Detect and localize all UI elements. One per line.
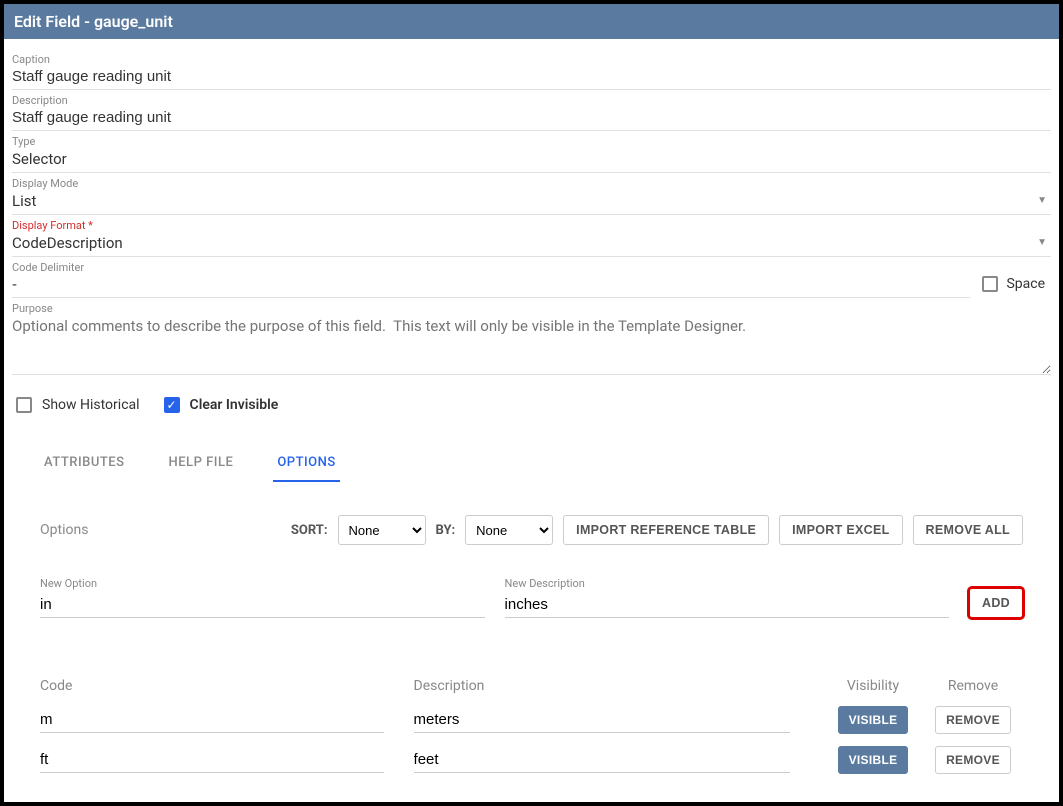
remove-button[interactable]: REMOVE [935,746,1011,774]
visible-button[interactable]: VISIBLE [838,706,909,734]
add-button-wrap: ADD [969,588,1023,618]
show-historical-check[interactable]: Show Historical [16,397,140,413]
remove-button[interactable]: REMOVE [935,706,1011,734]
description-input[interactable] [12,107,1051,128]
table-row: VISIBLE REMOVE [40,706,1023,734]
add-button[interactable]: ADD [969,588,1023,618]
description-field: Description [12,90,1051,131]
type-label: Type [12,135,1051,148]
space-checkbox-wrap: Space [970,276,1051,298]
window-title: Edit Field - gauge_unit [4,4,1059,39]
code-delimiter-field: Code Delimiter [12,257,970,298]
display-mode-label: Display Mode [12,177,1051,190]
space-label: Space [1006,276,1045,292]
col-remove-header: Remove [923,678,1023,694]
caption-label: Caption [12,53,1051,66]
clear-invisible-check[interactable]: ✓ Clear Invisible [164,397,279,413]
sort-label: SORT: [291,523,328,538]
options-table-header: Code Description Visibility Remove [40,678,1023,694]
options-panel: Options SORT: None BY: None IMPORT REFER… [12,483,1051,784]
remove-all-button[interactable]: REMOVE ALL [913,515,1023,545]
col-code-header: Code [40,678,414,694]
display-mode-field[interactable]: Display Mode List ▼ [12,173,1051,215]
col-description-header: Description [414,678,823,694]
options-section-label: Options [40,522,88,538]
new-description-col: New Description [505,577,950,618]
display-format-value: CodeDescription [12,232,1051,254]
import-reference-table-button[interactable]: IMPORT REFERENCE TABLE [563,515,769,545]
space-checkbox[interactable] [982,276,998,292]
visible-button[interactable]: VISIBLE [838,746,909,774]
caption-input[interactable] [12,66,1051,87]
type-field: Type Selector [12,131,1051,173]
tab-options[interactable]: OPTIONS [273,445,339,482]
clear-invisible-checkbox[interactable]: ✓ [164,397,180,413]
description-input[interactable] [414,747,791,773]
chevron-down-icon: ▼ [1037,237,1047,248]
new-option-row: New Option New Description ADD [40,577,1023,618]
sort-select[interactable]: None [338,515,426,545]
new-option-input[interactable] [40,592,485,618]
by-label: BY: [436,523,456,538]
options-toolbar: Options SORT: None BY: None IMPORT REFER… [40,515,1023,545]
form-content: Caption Description Type Selector Displa… [4,39,1059,784]
tab-attributes[interactable]: ATTRIBUTES [40,445,128,482]
clear-invisible-label: Clear Invisible [190,397,279,413]
code-delimiter-input[interactable] [12,274,970,295]
code-delimiter-label: Code Delimiter [12,261,970,274]
new-option-col: New Option [40,577,485,618]
display-mode-value: List [12,190,1051,212]
purpose-textarea[interactable] [12,315,1051,375]
new-description-label: New Description [505,577,950,590]
type-value: Selector [12,148,1051,170]
code-input[interactable] [40,707,384,733]
caption-field: Caption [12,49,1051,90]
code-input[interactable] [40,747,384,773]
display-format-field[interactable]: Display Format * CodeDescription ▼ [12,215,1051,257]
new-option-label: New Option [40,577,485,590]
tabs: ATTRIBUTES HELP FILE OPTIONS [12,433,1051,483]
description-input[interactable] [414,707,791,733]
tab-help-file[interactable]: HELP FILE [164,445,237,482]
display-format-label: Display Format * [12,219,1051,232]
show-historical-label: Show Historical [42,397,140,413]
purpose-field: Purpose [12,298,1051,379]
table-row: VISIBLE REMOVE [40,746,1023,774]
new-description-input[interactable] [505,592,950,618]
code-delimiter-row: Code Delimiter Space [12,257,1051,298]
purpose-label: Purpose [12,302,1051,315]
by-select[interactable]: None [465,515,553,545]
chevron-down-icon: ▼ [1037,195,1047,206]
col-visibility-header: Visibility [823,678,923,694]
description-label: Description [12,94,1051,107]
import-excel-button[interactable]: IMPORT EXCEL [779,515,902,545]
show-historical-checkbox[interactable] [16,397,32,413]
flags-row: Show Historical ✓ Clear Invisible [12,379,1051,433]
edit-field-window: Edit Field - gauge_unit Caption Descript… [4,4,1059,802]
